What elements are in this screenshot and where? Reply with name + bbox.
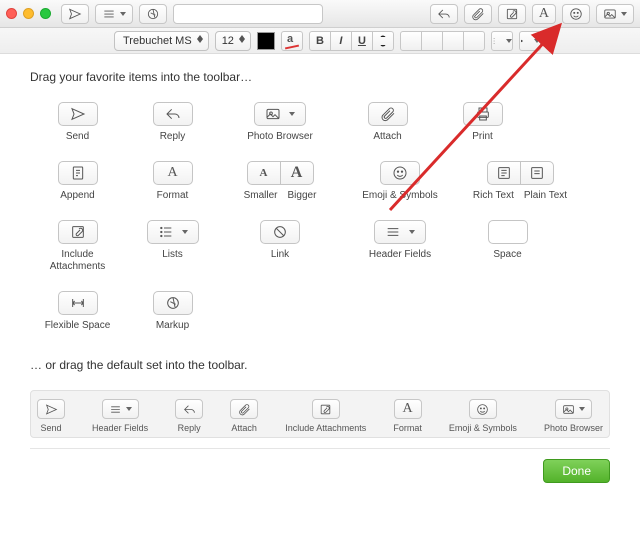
- toolbar-format-button[interactable]: A: [532, 4, 556, 24]
- smaller-icon: A: [260, 167, 268, 179]
- format-bar: Trebuchet MS 12 B I U: [0, 28, 640, 54]
- window-controls: [6, 8, 51, 19]
- align-right-button[interactable]: [442, 31, 464, 51]
- toolbar-items-grid: Send Reply Photo Browser Attach Print Ap…: [30, 102, 610, 350]
- plain-text-icon: [529, 165, 545, 181]
- align-center-button[interactable]: [421, 31, 443, 51]
- item-attach[interactable]: Attach: [340, 102, 435, 143]
- default-header-fields: Header Fields: [92, 399, 148, 433]
- item-flexible-space[interactable]: Flexible Space: [30, 291, 125, 332]
- font-size-select[interactable]: 12: [215, 31, 251, 51]
- close-window-button[interactable]: [6, 8, 17, 19]
- customize-toolbar-panel: Drag your favorite items into the toolba…: [0, 54, 640, 495]
- format-icon: A: [167, 165, 177, 181]
- item-append[interactable]: Append: [30, 161, 125, 202]
- bold-button[interactable]: B: [309, 31, 331, 51]
- minimize-window-button[interactable]: [23, 8, 34, 19]
- item-link[interactable]: Link: [220, 220, 340, 273]
- bigger-icon: A: [291, 164, 303, 182]
- item-text-mode[interactable]: Rich Text Plain Text: [460, 161, 580, 202]
- default-toolbar-set[interactable]: Send Header Fields Reply Attach Include …: [30, 390, 610, 438]
- default-set-label: … or drag the default set into the toolb…: [30, 358, 610, 372]
- underline-button[interactable]: U: [351, 31, 373, 51]
- default-include: Include Attachments: [285, 399, 366, 433]
- item-lists[interactable]: Lists: [125, 220, 220, 273]
- list-style-button[interactable]: [491, 31, 513, 51]
- zoom-window-button[interactable]: [40, 8, 51, 19]
- reply-icon: [165, 106, 181, 122]
- no-fill-icon: [285, 34, 299, 48]
- item-print[interactable]: Print: [435, 102, 530, 143]
- indent-button[interactable]: [519, 31, 541, 51]
- font-family-select[interactable]: Trebuchet MS: [114, 31, 209, 51]
- print-icon: [475, 106, 491, 122]
- default-format: AFormat: [393, 399, 422, 433]
- align-group: [400, 31, 485, 51]
- item-photo-browser[interactable]: Photo Browser: [220, 102, 340, 143]
- item-header-fields[interactable]: Header Fields: [340, 220, 460, 273]
- text-color-swatch[interactable]: [257, 32, 275, 50]
- photo-browser-icon: [265, 106, 281, 122]
- item-reply[interactable]: Reply: [125, 102, 220, 143]
- space-icon: [488, 220, 528, 244]
- italic-button[interactable]: I: [330, 31, 352, 51]
- item-space[interactable]: Space: [460, 220, 555, 273]
- toolbar-header-fields-button[interactable]: [95, 4, 133, 24]
- item-format[interactable]: A Format: [125, 161, 220, 202]
- toolbar-send-button[interactable]: [61, 4, 89, 24]
- item-markup[interactable]: Markup: [125, 291, 220, 332]
- emoji-icon: [392, 165, 408, 181]
- bg-color-button[interactable]: [281, 31, 303, 51]
- window-titlebar: A: [0, 0, 640, 28]
- default-reply: Reply: [175, 399, 203, 433]
- default-photo: Photo Browser: [544, 399, 603, 433]
- rich-text-icon: [496, 165, 512, 181]
- align-left-button[interactable]: [400, 31, 422, 51]
- attach-icon: [380, 106, 396, 122]
- default-attach: Attach: [230, 399, 258, 433]
- item-send[interactable]: Send: [30, 102, 125, 143]
- strike-button[interactable]: [372, 31, 394, 51]
- style-group: B I U: [309, 31, 394, 51]
- lists-icon: [158, 224, 174, 240]
- done-button[interactable]: Done: [543, 459, 610, 483]
- toolbar-photo-browser-button[interactable]: [596, 4, 634, 24]
- item-font-size[interactable]: A A Smaller Bigger: [220, 161, 340, 202]
- default-emoji: Emoji & Symbols: [449, 399, 517, 433]
- send-icon: [70, 106, 86, 122]
- item-emoji[interactable]: Emoji & Symbols: [340, 161, 460, 202]
- append-icon: [70, 165, 86, 181]
- align-justify-button[interactable]: [463, 31, 485, 51]
- toolbar-emoji-button[interactable]: [562, 4, 590, 24]
- item-include-attachments[interactable]: Include Attachments: [30, 220, 125, 273]
- toolbar-address-field[interactable]: [173, 4, 323, 24]
- flexible-space-icon: [70, 295, 86, 311]
- toolbar-markup-button[interactable]: [139, 4, 167, 24]
- link-icon: [272, 224, 288, 240]
- markup-icon: [165, 295, 181, 311]
- default-send: Send: [37, 399, 65, 433]
- header-fields-icon: [385, 224, 401, 240]
- include-attachments-icon: [70, 224, 86, 240]
